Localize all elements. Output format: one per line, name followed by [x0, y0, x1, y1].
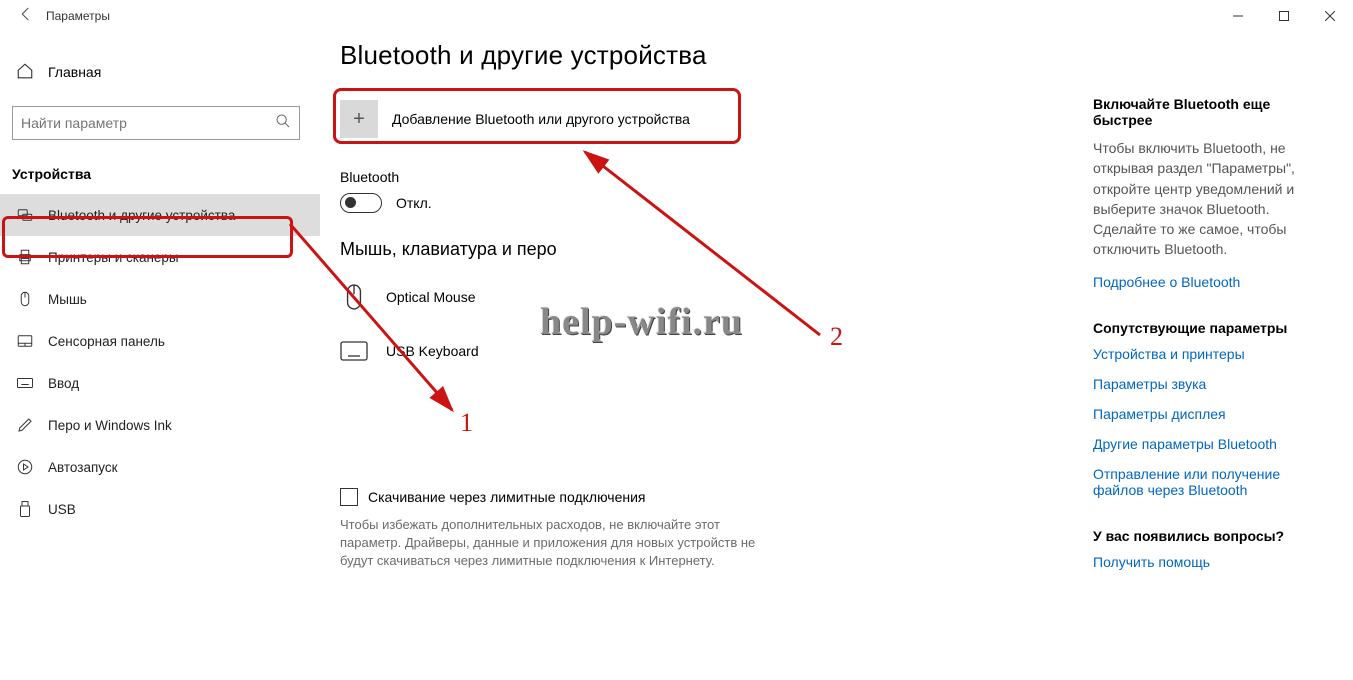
touchpad-icon [16, 332, 34, 350]
page-title: Bluetooth и другие устройства [340, 40, 1070, 71]
keyboard-icon [340, 341, 368, 361]
annotation-number-1: 1 [460, 408, 473, 438]
home-icon [16, 62, 34, 83]
usb-icon [16, 500, 34, 518]
link-learn-bluetooth[interactable]: Подробнее о Bluetooth [1093, 274, 1333, 290]
sidebar-section-title: Устройства [0, 158, 320, 194]
bluetooth-toggle[interactable]: Откл. [340, 193, 1070, 213]
sidebar-item-touchpad[interactable]: Сенсорная панель [0, 320, 320, 362]
annotation-highlight-1 [2, 216, 293, 258]
search-box[interactable] [12, 106, 300, 140]
autoplay-icon [16, 458, 34, 476]
toggle-state: Откл. [396, 195, 432, 211]
sidebar-home[interactable]: Главная [0, 52, 320, 92]
watermark-text: help-wifi.ru [540, 300, 743, 344]
metered-checkbox-row[interactable]: Скачивание через лимитные подключения [340, 488, 1070, 506]
minimize-button[interactable] [1215, 0, 1261, 32]
keyboard-icon [16, 374, 34, 392]
search-icon [275, 113, 291, 134]
devices-heading: Мышь, клавиатура и перо [340, 239, 1070, 260]
related-title: Сопутствующие параметры [1093, 320, 1333, 336]
link-devices-printers[interactable]: Устройства и принтеры [1093, 346, 1333, 362]
annotation-number-2: 2 [830, 322, 843, 352]
help-title: У вас появились вопросы? [1093, 528, 1333, 544]
sidebar-item-mouse[interactable]: Мышь [0, 278, 320, 320]
link-send-receive[interactable]: Отправление или получение файлов через B… [1093, 466, 1333, 498]
mouse-icon [340, 283, 368, 311]
close-button[interactable] [1307, 0, 1353, 32]
checkbox-description: Чтобы избежать дополнительных расходов, … [340, 516, 760, 571]
toggle-switch[interactable] [340, 193, 382, 213]
link-sound[interactable]: Параметры звука [1093, 376, 1333, 392]
annotation-highlight-2 [333, 88, 741, 144]
sidebar-item-label: Перо и Windows Ink [48, 418, 172, 433]
sidebar-item-label: Мышь [48, 292, 87, 307]
add-device-button[interactable]: + Добавление Bluetooth или другого устро… [340, 95, 735, 143]
sidebar-item-label: USB [48, 502, 76, 517]
search-input[interactable] [21, 115, 275, 131]
right-panel: Включайте Bluetooth еще быстрее Чтобы вк… [1093, 96, 1333, 584]
sidebar-item-typing[interactable]: Ввод [0, 362, 320, 404]
sidebar: Главная Устройства Bluetooth и другие ус… [0, 32, 320, 680]
window-title: Параметры [40, 9, 110, 23]
device-name: USB Keyboard [386, 343, 479, 359]
pen-icon [16, 416, 34, 434]
titlebar: Параметры [0, 0, 1353, 32]
checkbox[interactable] [340, 488, 358, 506]
bluetooth-label: Bluetooth [340, 169, 1070, 185]
checkbox-label: Скачивание через лимитные подключения [368, 489, 645, 505]
tip-title: Включайте Bluetooth еще быстрее [1093, 96, 1333, 128]
sidebar-item-label: Сенсорная панель [48, 334, 165, 349]
sidebar-item-usb[interactable]: USB [0, 488, 320, 530]
maximize-button[interactable] [1261, 0, 1307, 32]
sidebar-item-autoplay[interactable]: Автозапуск [0, 446, 320, 488]
sidebar-item-label: Ввод [48, 376, 79, 391]
device-name: Optical Mouse [386, 289, 475, 305]
link-display[interactable]: Параметры дисплея [1093, 406, 1333, 422]
back-button[interactable] [12, 5, 40, 28]
sidebar-item-pen[interactable]: Перо и Windows Ink [0, 404, 320, 446]
sidebar-home-label: Главная [48, 64, 101, 80]
window-controls [1215, 0, 1353, 32]
mouse-icon [16, 290, 34, 308]
tip-text: Чтобы включить Bluetooth, не открывая ра… [1093, 138, 1333, 260]
link-get-help[interactable]: Получить помощь [1093, 554, 1333, 570]
link-more-bluetooth[interactable]: Другие параметры Bluetooth [1093, 436, 1333, 452]
sidebar-item-label: Автозапуск [48, 460, 118, 475]
